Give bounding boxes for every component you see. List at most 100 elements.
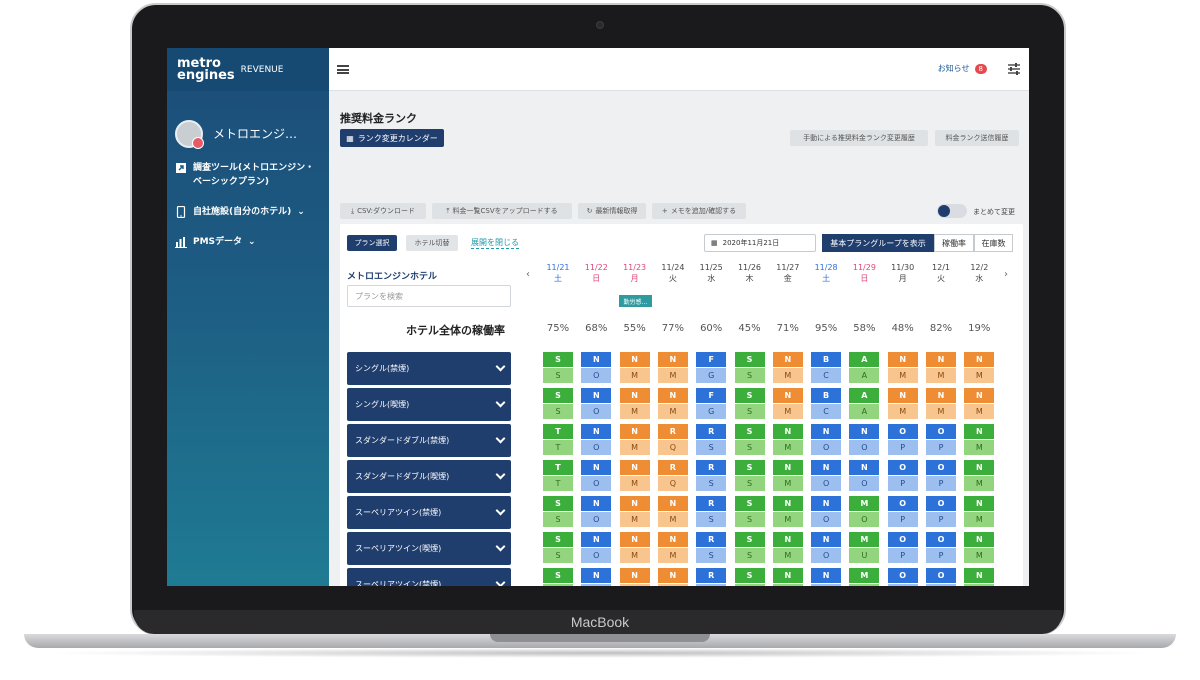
rank-cell[interactable]: OP	[887, 532, 918, 564]
rank-cell[interactable]: NM	[657, 388, 688, 420]
rank-cell[interactable]: NM	[964, 352, 995, 384]
csv-download-button[interactable]: ⤓ CSV:ダウンロード	[340, 203, 426, 219]
rank-cell[interactable]: MO	[849, 568, 880, 586]
rank-cell[interactable]: OP	[926, 496, 956, 528]
rank-cell[interactable]: SS	[734, 496, 765, 528]
rank-cell[interactable]: NO	[849, 424, 880, 456]
sidebar-item-1[interactable]: 調査ツール(メトロエンジン・ベーシックプラン)	[167, 161, 329, 189]
inventory-view-button[interactable]: 在庫数	[974, 234, 1013, 252]
rank-cell[interactable]: NM	[926, 352, 956, 384]
basic-plan-group-button[interactable]: 基本プラングループを表示	[822, 234, 934, 252]
rank-cell[interactable]: RS	[696, 568, 727, 586]
rank-cell[interactable]: OP	[926, 424, 956, 456]
plan-select-tab[interactable]: プラン選択	[347, 235, 397, 251]
rank-cell[interactable]: NM	[772, 496, 803, 528]
rank-cell[interactable]: NO	[581, 352, 612, 384]
rank-cell[interactable]: FG	[696, 352, 727, 384]
event-badge[interactable]: 勤労感…	[619, 295, 652, 307]
rank-cell[interactable]: NM	[772, 424, 803, 456]
collapse-link[interactable]: 展開を閉じる	[471, 237, 519, 249]
rank-cell[interactable]: NM	[657, 352, 688, 384]
rank-cell[interactable]: TT	[543, 460, 573, 492]
rank-cell[interactable]: BC	[811, 388, 842, 420]
rank-cell[interactable]: SS	[543, 352, 573, 384]
rank-cell[interactable]: NO	[581, 460, 612, 492]
menu-icon[interactable]	[337, 65, 349, 74]
rank-cell[interactable]: NM	[619, 460, 650, 492]
rank-cell[interactable]: SS	[734, 568, 765, 586]
rank-cell[interactable]: RS	[696, 460, 727, 492]
rank-cell[interactable]: OP	[887, 424, 918, 456]
sidebar-item-2[interactable]: 自社施設(自分のホテル) ⌄	[167, 205, 329, 219]
bulk-change-toggle[interactable]	[937, 204, 967, 218]
rank-cell[interactable]: NM	[964, 424, 995, 456]
rank-cell[interactable]: NM	[772, 460, 803, 492]
sliders-icon[interactable]	[1007, 62, 1021, 76]
rank-cell[interactable]: NM	[964, 496, 995, 528]
rank-cell[interactable]: NM	[772, 388, 803, 420]
rank-cell[interactable]: NO	[811, 424, 842, 456]
rank-cell[interactable]: NM	[619, 352, 650, 384]
refresh-button[interactable]: ↻ 最新情報取得	[578, 203, 646, 219]
rank-cell[interactable]: NO	[849, 460, 880, 492]
rank-cell[interactable]: AA	[849, 388, 880, 420]
room-type-button[interactable]: スーペリアツイン(禁煙)	[347, 496, 511, 529]
rank-calendar-button[interactable]: ▦ ランク変更カレンダー	[340, 129, 444, 147]
rank-cell[interactable]: SS	[543, 532, 573, 564]
room-type-button[interactable]: スーペリアツイン(禁煙)	[347, 568, 511, 586]
rank-cell[interactable]: NO	[811, 496, 842, 528]
manual-rank-history-button[interactable]: 手動による推奨料金ランク変更履歴	[790, 130, 928, 146]
room-type-button[interactable]: シングル(喫煙)	[347, 388, 511, 421]
room-type-button[interactable]: スダンダードダブル(禁煙)	[347, 424, 511, 457]
date-picker[interactable]: ▦ 2020年11月21日	[704, 234, 816, 252]
rank-cell[interactable]: OP	[926, 460, 956, 492]
rank-cell[interactable]: SS	[543, 568, 573, 586]
rank-cell[interactable]: OP	[887, 568, 918, 586]
rank-cell[interactable]: NM	[657, 496, 688, 528]
room-type-button[interactable]: シングル(禁煙)	[347, 352, 511, 385]
rank-cell[interactable]: BC	[811, 352, 842, 384]
rank-cell[interactable]: NO	[811, 568, 842, 586]
rank-cell[interactable]: SS	[734, 532, 765, 564]
rank-cell[interactable]: NM	[619, 424, 650, 456]
hotel-switch-tab[interactable]: ホテル切替	[406, 235, 458, 251]
rank-cell[interactable]: RS	[696, 424, 727, 456]
rank-cell[interactable]: NM	[926, 388, 956, 420]
plan-search-input[interactable]: プランを検索	[347, 285, 511, 307]
rank-cell[interactable]: OP	[926, 568, 956, 586]
rank-cell[interactable]: NM	[887, 388, 918, 420]
rank-cell[interactable]: NM	[619, 568, 650, 586]
rank-cell[interactable]: NM	[657, 532, 688, 564]
rank-cell[interactable]: SS	[734, 460, 765, 492]
rank-cell[interactable]: AA	[849, 352, 880, 384]
rank-cell[interactable]: SS	[734, 352, 765, 384]
rank-cell[interactable]: NM	[772, 532, 803, 564]
rank-cell[interactable]: TT	[543, 424, 573, 456]
rank-cell[interactable]: FG	[696, 388, 727, 420]
user-profile[interactable]: メトロエンジ…	[167, 91, 329, 161]
rank-cell[interactable]: NO	[581, 424, 612, 456]
rank-cell[interactable]: NM	[619, 496, 650, 528]
csv-upload-button[interactable]: ⤒ 料金一覧CSVをアップロードする	[432, 203, 572, 219]
rank-cell[interactable]: NO	[811, 460, 842, 492]
rank-cell[interactable]: NO	[811, 532, 842, 564]
next-dates-arrow[interactable]: ›	[1004, 269, 1008, 280]
rank-cell[interactable]: NO	[581, 388, 612, 420]
rank-cell[interactable]: RQ	[657, 460, 688, 492]
rank-cell[interactable]: RS	[696, 532, 727, 564]
rank-cell[interactable]: NM	[657, 568, 688, 586]
rank-cell[interactable]: NM	[772, 568, 803, 586]
rank-cell[interactable]: NM	[619, 388, 650, 420]
occupancy-view-button[interactable]: 稼働率	[934, 234, 974, 252]
room-type-button[interactable]: スーペリアツイン(喫煙)	[347, 532, 511, 565]
rank-cell[interactable]: SS	[734, 424, 765, 456]
rank-cell[interactable]: RQ	[657, 424, 688, 456]
rank-cell[interactable]: OP	[926, 532, 956, 564]
rank-cell[interactable]: NM	[964, 532, 995, 564]
rank-cell[interactable]: SS	[543, 388, 573, 420]
rank-cell[interactable]: SS	[734, 388, 765, 420]
logo[interactable]: metro engines REVENUE	[167, 48, 329, 91]
rank-cell[interactable]: MO	[849, 496, 880, 528]
rank-send-history-button[interactable]: 料金ランク送信履歴	[935, 130, 1019, 146]
rank-cell[interactable]: RS	[696, 496, 727, 528]
